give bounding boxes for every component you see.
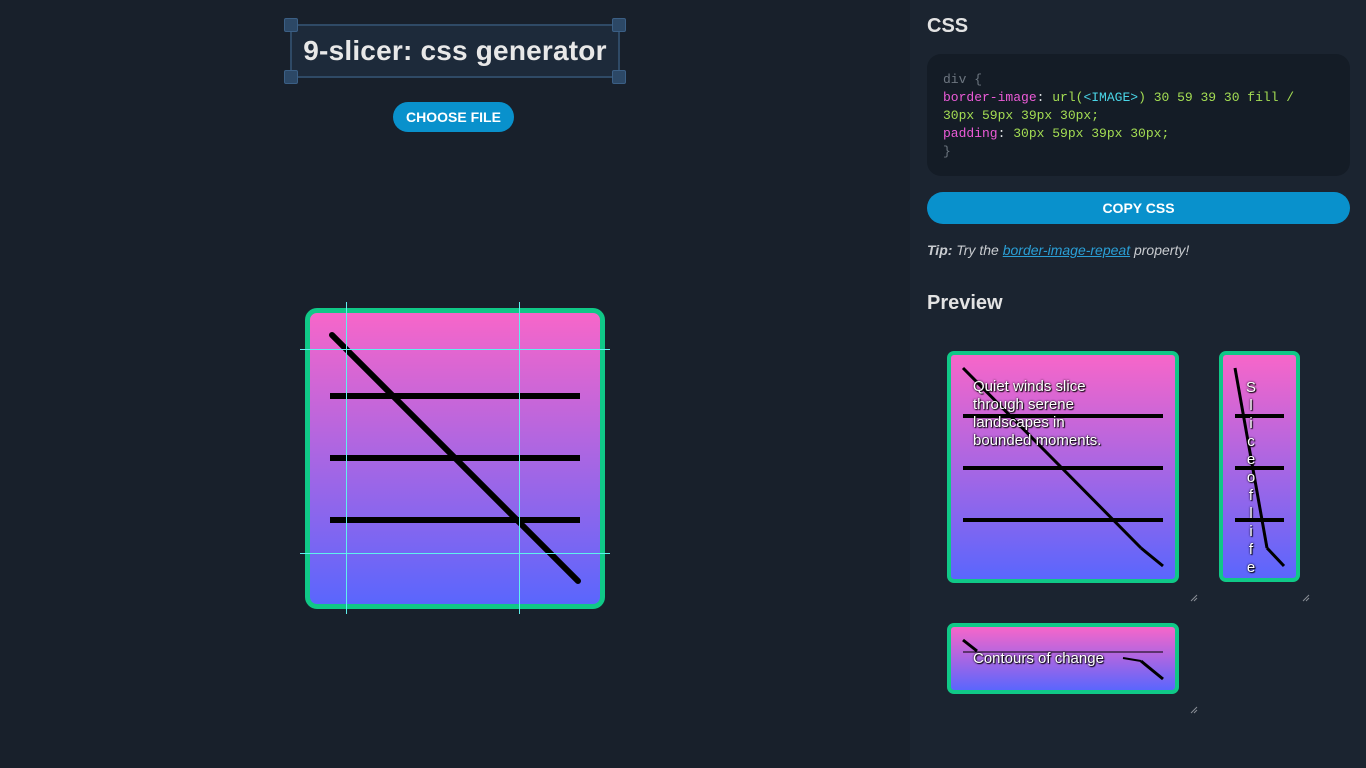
code-image-token: <IMAGE> (1083, 90, 1139, 105)
choose-file-button[interactable]: CHOOSE FILE (393, 102, 514, 132)
preview-letter: S (1245, 379, 1256, 396)
code-selector: div { (943, 72, 983, 87)
preview-letter: l (1249, 505, 1253, 522)
slice-guide-left[interactable] (346, 302, 347, 614)
preview-text-1: Quiet winds slice through serene landsca… (973, 378, 1102, 449)
css-code-block: div { border-image: url(<IMAGE>) 30 59 3… (927, 54, 1350, 176)
slice-guide-right[interactable] (519, 302, 520, 614)
preview-text-3: Contours of change (973, 650, 1104, 667)
preview-letter: e (1246, 451, 1256, 468)
preview-box-short[interactable]: Contours of change (947, 623, 1179, 694)
slice-editor[interactable] (300, 302, 610, 614)
preview-text-2: Sliceoflife (1243, 379, 1259, 577)
resize-handle-icon[interactable] (1190, 706, 1198, 714)
preview-letter: f (1248, 541, 1254, 558)
preview-strokes (1233, 367, 1286, 568)
preview-letter: c (1247, 433, 1255, 450)
code-slice-values: 30 59 39 30 fill / (1153, 90, 1295, 105)
title-frame: 9-slicer: css generator (284, 18, 626, 84)
preview-letter: f (1248, 487, 1254, 504)
page-title: 9-slicer: css generator (303, 35, 607, 66)
border-image-repeat-link[interactable]: border-image-repeat (1003, 242, 1130, 258)
code-padding-values: 30px 59px 39px 30px; (1013, 126, 1170, 141)
code-width-values: 30px 59px 39px 30px; (943, 108, 1100, 123)
tip-prefix: Try the (956, 242, 999, 258)
code-padding-prop: padding (943, 126, 998, 141)
preview-section-title: Preview (927, 292, 1003, 314)
preview-letter: i (1249, 415, 1253, 432)
frame-corner-handle (284, 70, 298, 84)
preview-box-narrow[interactable]: Sliceoflife (1219, 351, 1300, 582)
code-close-brace: } (943, 144, 951, 159)
resize-handle-icon[interactable] (1190, 594, 1198, 602)
code-border-image-prop: border-image (943, 90, 1037, 105)
preview-letter: o (1246, 469, 1256, 486)
editor-panel: 9-slicer: css generator CHOOSE FILE (0, 0, 910, 768)
frame-corner-handle (612, 18, 626, 32)
css-section-title: CSS (927, 15, 969, 37)
tip-text: Tip: Try the border-image-repeat propert… (927, 242, 1189, 258)
tip-suffix: property! (1133, 242, 1190, 258)
preview-letter: l (1249, 397, 1253, 414)
code-url-close: ) (1138, 90, 1146, 105)
frame-corner-handle (284, 18, 298, 32)
preview-box-large[interactable]: Quiet winds slice through serene landsca… (947, 351, 1179, 583)
code-url-open: url( (1052, 90, 1084, 105)
frame-corner-handle (612, 70, 626, 84)
preview-letter: e (1246, 559, 1256, 576)
tip-label: Tip: (927, 242, 953, 258)
preview-letter: i (1249, 523, 1253, 540)
copy-css-button[interactable]: COPY CSS (927, 192, 1350, 224)
resize-handle-icon[interactable] (1302, 594, 1310, 602)
